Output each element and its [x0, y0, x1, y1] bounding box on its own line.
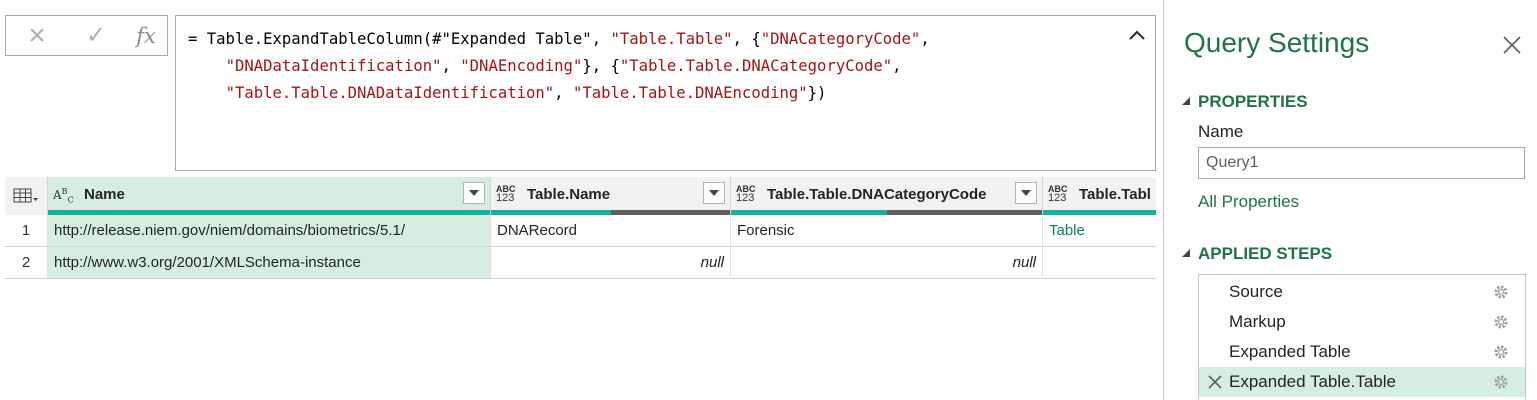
text-type-icon[interactable]: ABC: [53, 187, 74, 204]
query-name-input[interactable]: [1198, 147, 1525, 179]
collapse-triangle-icon: [1182, 249, 1190, 257]
table-cell[interactable]: http://www.w3.org/2001/XMLSchema-instanc…: [48, 247, 491, 278]
close-icon[interactable]: [1502, 35, 1522, 55]
column-header-table[interactable]: ABC 123 Table.Tabl: [1043, 177, 1156, 215]
chevron-down-icon[interactable]: [1015, 182, 1037, 204]
chevron-down-icon[interactable]: [703, 182, 725, 204]
chevron-down-icon[interactable]: [463, 182, 485, 204]
step-expanded-table-table[interactable]: Expanded Table.Table: [1199, 367, 1525, 397]
step-expanded-table[interactable]: Expanded Table: [1199, 337, 1525, 367]
name-label: Name: [1198, 122, 1244, 141]
gear-icon[interactable]: [1493, 374, 1509, 390]
applied-steps-list: Source Markup Expanded Table Expanded Ta…: [1198, 274, 1526, 400]
step-label: Expanded Table: [1229, 342, 1351, 361]
applied-steps-heading: APPLIED STEPS: [1198, 244, 1333, 263]
step-label: Markup: [1229, 312, 1286, 331]
gear-icon[interactable]: [1493, 344, 1509, 360]
row-number: 1: [5, 215, 48, 246]
formula-token: [188, 84, 226, 102]
gear-icon[interactable]: [1493, 284, 1509, 300]
collapse-triangle-icon: [1182, 97, 1190, 105]
column-header-name[interactable]: ABC Name: [48, 177, 491, 215]
grid-header: ABC Name ABC 123 Table.Name ABC 123 Table.…: [5, 177, 1156, 215]
formula-text[interactable]: = Table.ExpandTableColumn(#"Expanded Tab…: [188, 26, 930, 107]
chevron-up-icon[interactable]: [1127, 26, 1147, 46]
formula-token: "Table.Table": [610, 30, 733, 48]
all-properties-link[interactable]: All Properties: [1198, 192, 1299, 212]
formula-token: ,: [441, 57, 461, 75]
formula-bar-buttons: × ✓ fx: [5, 15, 168, 56]
any-type-icon[interactable]: ABC 123: [736, 185, 756, 204]
gear-icon[interactable]: [1493, 314, 1509, 330]
step-label: Source: [1229, 282, 1283, 301]
fx-icon[interactable]: fx: [126, 16, 166, 55]
type-bottom: 123: [736, 192, 755, 204]
formula-token: "DNADataIdentification": [225, 57, 442, 75]
table-cell-null[interactable]: null: [491, 247, 731, 278]
any-type-icon[interactable]: ABC 123: [496, 185, 516, 204]
column-header-table-name[interactable]: ABC 123 Table.Name: [491, 177, 731, 215]
row-number: 2: [5, 247, 48, 278]
table-cell[interactable]: Forensic: [731, 215, 1043, 246]
formula-token: , {: [732, 30, 761, 48]
table-link-cell[interactable]: Table: [1043, 215, 1156, 246]
properties-heading: PROPERTIES: [1198, 92, 1308, 111]
formula-token: }): [807, 84, 827, 102]
column-header-category-code[interactable]: ABC 123 Table.Table.DNACategoryCode: [731, 177, 1043, 215]
table-row: 1 http://release.niem.gov/niem/domains/b…: [5, 215, 1156, 247]
formula-token: [188, 57, 226, 75]
type-bottom: 123: [496, 192, 515, 204]
query-settings-pane: Query Settings PROPERTIES Name All Prope…: [1164, 0, 1537, 400]
formula-token: "Table.Table.DNAEncoding": [572, 84, 808, 102]
table-cell[interactable]: http://release.niem.gov/niem/domains/bio…: [48, 215, 491, 246]
table-cell-null[interactable]: null: [731, 247, 1043, 278]
table-cell[interactable]: DNARecord: [491, 215, 731, 246]
column-title: Table.Tabl: [1079, 186, 1151, 203]
properties-section-toggle[interactable]: PROPERTIES: [1182, 92, 1308, 112]
step-source[interactable]: Source: [1199, 277, 1525, 307]
formula-token: ,: [554, 84, 573, 102]
type-bottom: 123: [1048, 192, 1067, 204]
applied-steps-section-toggle[interactable]: APPLIED STEPS: [1182, 244, 1332, 264]
formula-token: "Table.Table.DNADataIdentification": [225, 84, 555, 102]
formula-token: ,: [920, 30, 930, 48]
step-label: Expanded Table.Table: [1229, 372, 1396, 391]
formula-token: = Table.ExpandTableColumn(#"Expanded Tab…: [188, 30, 611, 48]
delete-step-icon[interactable]: [1208, 367, 1222, 397]
table-cell[interactable]: [1043, 247, 1156, 278]
table-menu-icon[interactable]: [5, 177, 48, 215]
pane-title: Query Settings: [1184, 27, 1370, 58]
table-row: 2 http://www.w3.org/2001/XMLSchema-insta…: [5, 247, 1156, 279]
formula-token: "DNACategoryCode": [760, 30, 921, 48]
data-grid: ABC Name ABC 123 Table.Name ABC 123 Table.…: [5, 177, 1156, 279]
formula-token: }, {: [582, 57, 620, 75]
formula-token: "DNAEncoding": [460, 57, 583, 75]
any-type-icon[interactable]: ABC 123: [1048, 185, 1068, 204]
column-title: Name: [84, 186, 125, 203]
step-markup[interactable]: Markup: [1199, 307, 1525, 337]
cancel-icon[interactable]: ×: [17, 16, 57, 55]
commit-icon[interactable]: ✓: [76, 16, 116, 55]
formula-token: ,: [892, 57, 902, 75]
column-title: Table.Table.DNACategoryCode: [767, 186, 987, 203]
formula-token: "Table.Table.DNACategoryCode": [619, 57, 893, 75]
formula-editor[interactable]: = Table.ExpandTableColumn(#"Expanded Tab…: [175, 15, 1156, 171]
column-title: Table.Name: [527, 186, 611, 203]
